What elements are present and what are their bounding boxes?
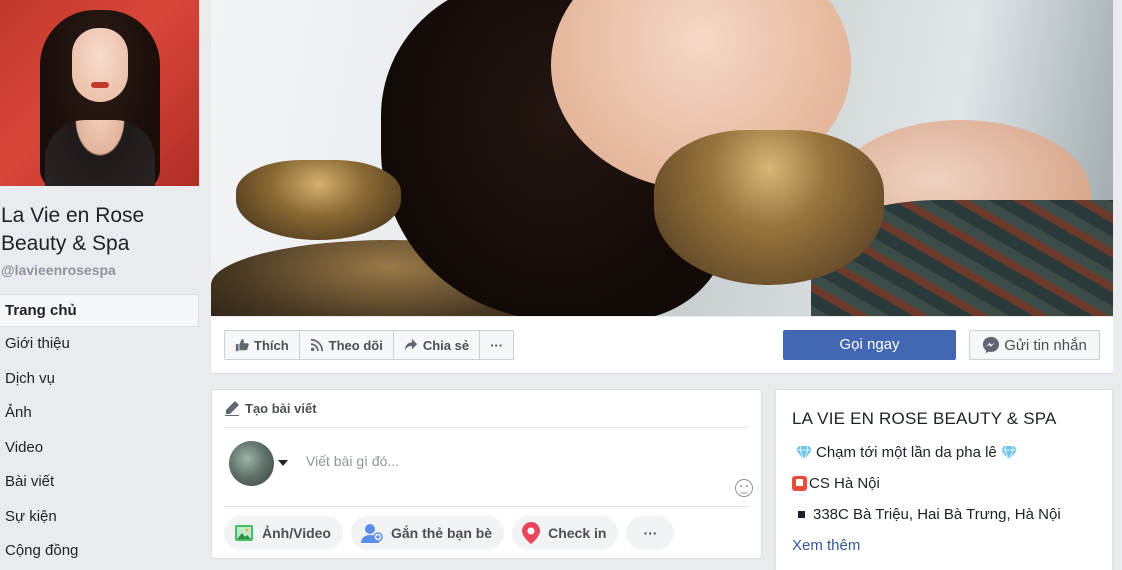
nav-item-community[interactable]: Cộng đồng: [0, 534, 199, 569]
call-now-button[interactable]: Gọi ngay: [783, 330, 956, 360]
check-in-button[interactable]: Check in: [512, 516, 619, 550]
follow-label: Theo dõi: [328, 337, 383, 353]
nav-item-videos[interactable]: Video: [0, 431, 199, 466]
tag-friends-icon: [360, 524, 383, 543]
send-message-button[interactable]: Gửi tin nhắn: [969, 330, 1100, 360]
share-arrow-icon: [404, 338, 417, 352]
nav-item-home[interactable]: Trang chủ: [0, 294, 199, 327]
gem-icon: [1000, 445, 1017, 460]
page-name[interactable]: La Vie en Rose Beauty & Spa: [1, 202, 199, 258]
nav-item-photos[interactable]: Ảnh: [0, 396, 199, 431]
tag-friends-label: Gắn thẻ bạn bè: [390, 525, 493, 541]
messenger-icon: [983, 336, 1000, 354]
see-more-link[interactable]: Xem thêm: [792, 537, 860, 554]
post-composer: Tạo bài viết Viết bài gì đó... Ảnh/Video…: [211, 389, 762, 559]
photo-video-button[interactable]: Ảnh/Video: [224, 516, 343, 550]
thumbs-up-icon: [235, 338, 249, 352]
share-label: Chia sẻ: [422, 337, 470, 353]
location-pin-icon: [522, 522, 541, 544]
cover-photo[interactable]: [211, 0, 1113, 316]
about-branch: CS Hà Nội: [792, 475, 880, 492]
gem-icon: [796, 445, 812, 460]
bullet-icon: [798, 511, 805, 518]
about-branch-text: CS Hà Nội: [809, 475, 880, 492]
page-action-bar: Thích Theo dõi Chia sẻ ··· Gọi ngay Gửi …: [211, 317, 1113, 374]
send-message-label: Gửi tin nhắn: [1004, 336, 1087, 354]
nav-item-services[interactable]: Dịch vụ: [0, 362, 199, 397]
emoji-icon[interactable]: [735, 479, 753, 497]
create-post-label: Tạo bài viết: [245, 400, 317, 416]
about-tagline: Chạm tới một lần da pha lê: [792, 444, 1021, 461]
caret-down-icon[interactable]: [278, 460, 288, 466]
about-address: 338C Bà Triệu, Hai Bà Trưng, Hà Nội: [792, 506, 1061, 523]
photo-icon: [235, 525, 253, 541]
avatar[interactable]: [229, 441, 274, 486]
about-card: LA VIE EN ROSE BEAUTY & SPA Chạm tới một…: [775, 389, 1113, 570]
left-column: La Vie en Rose Beauty & Spa @lavieenrose…: [0, 0, 200, 570]
post-input[interactable]: Viết bài gì đó...: [306, 453, 399, 469]
share-button[interactable]: Chia sẻ: [394, 331, 481, 359]
divider: [224, 506, 749, 507]
check-in-label: Check in: [548, 525, 607, 541]
composer-options: Ảnh/Video Gắn thẻ bạn bè Check in ···: [224, 516, 675, 550]
photo-video-label: Ảnh/Video: [262, 525, 331, 541]
like-button[interactable]: Thích: [225, 331, 300, 359]
nav-item-events[interactable]: Sự kiện: [0, 500, 199, 535]
divider: [224, 427, 749, 428]
tag-friends-button[interactable]: Gắn thẻ bạn bè: [350, 516, 505, 550]
about-title: LA VIE EN ROSE BEAUTY & SPA: [792, 409, 1057, 428]
create-post-header[interactable]: Tạo bài viết: [224, 400, 317, 416]
nav-item-about[interactable]: Giới thiệu: [0, 327, 199, 362]
more-actions-button[interactable]: ···: [480, 331, 513, 359]
follow-button[interactable]: Theo dõi: [300, 331, 394, 359]
profile-picture[interactable]: [0, 0, 199, 186]
page-handle[interactable]: @lavieenrosespa: [1, 262, 116, 278]
rss-icon: [310, 338, 323, 352]
pencil-icon: [225, 401, 239, 416]
like-label: Thích: [254, 337, 289, 353]
about-address-text: 338C Bà Triệu, Hai Bà Trưng, Hà Nội: [813, 506, 1061, 523]
location-marker-icon: [792, 476, 807, 491]
nav-item-posts[interactable]: Bài viết: [0, 465, 199, 500]
more-options-button[interactable]: ···: [626, 516, 675, 550]
action-button-group: Thích Theo dõi Chia sẻ ···: [224, 330, 515, 360]
about-tagline-text: Chạm tới một lần da pha lê: [816, 444, 997, 461]
page-nav: Trang chủ Giới thiệu Dịch vụ Ảnh Video B…: [0, 294, 199, 569]
